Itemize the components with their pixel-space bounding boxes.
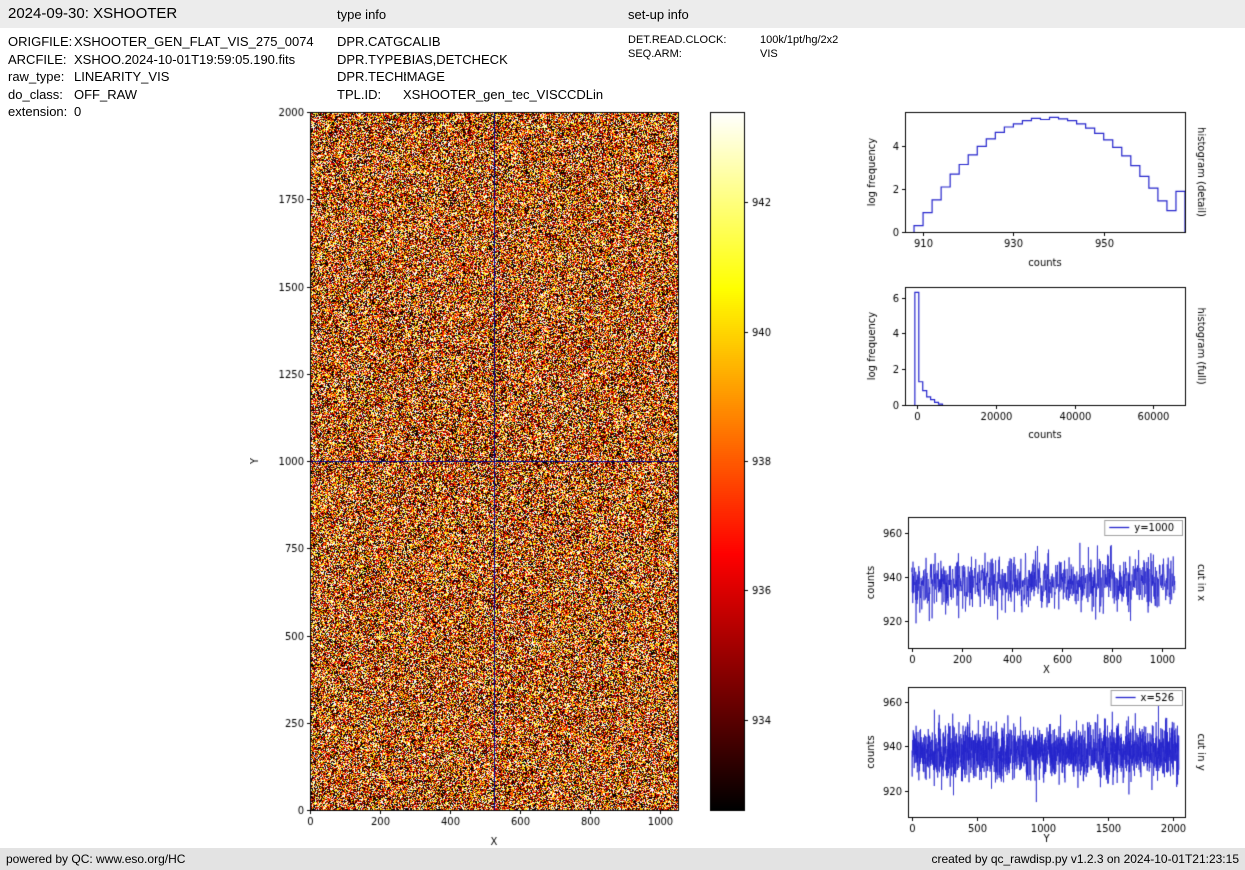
meta-label: extension:: [8, 103, 74, 121]
meta-row-origfile: ORIGFILE:XSHOOTER_GEN_FLAT_VIS_275_0074: [8, 33, 314, 51]
cut-in-y-canvas: [850, 675, 1245, 847]
main-image-canvas: [250, 100, 680, 850]
footer-left-text: powered by QC: www.eso.org/HC: [6, 852, 185, 866]
meta-label: DPR.TYPE:: [337, 51, 403, 69]
meta-label: DET.READ.CLOCK:: [628, 34, 760, 48]
meta-label: ARCFILE:: [8, 51, 74, 69]
setup-info-heading: set-up info: [628, 7, 689, 22]
meta-row-dpr-catg: DPR.CATG:CALIB: [337, 33, 603, 51]
histogram-full-canvas: [850, 272, 1245, 457]
histogram-detail-canvas: [850, 100, 1245, 272]
type-info-block: DPR.CATG:CALIB DPR.TYPE:BIAS,DETCHECK DP…: [337, 33, 603, 103]
footer-bar: powered by QC: www.eso.org/HC created by…: [0, 848, 1245, 870]
meta-value: OFF_RAW: [74, 87, 137, 102]
page-title: 2024-09-30: XSHOOTER: [8, 5, 177, 22]
header-bar: 2024-09-30: XSHOOTER type info set-up in…: [0, 0, 1245, 28]
meta-label: DPR.TECH:: [337, 68, 403, 86]
setup-info-block: DET.READ.CLOCK:100k/1pt/hg/2x2 SEQ.ARM:V…: [628, 34, 838, 61]
meta-value: IMAGE: [403, 69, 445, 84]
meta-label: ORIGFILE:: [8, 33, 74, 51]
meta-row-rawtype: raw_type:LINEARITY_VIS: [8, 68, 314, 86]
meta-value: XSHOOTER_GEN_FLAT_VIS_275_0074: [74, 34, 314, 49]
meta-row-seq-arm: SEQ.ARM:VIS: [628, 48, 838, 62]
meta-value: 0: [74, 104, 81, 119]
meta-label: raw_type:: [8, 68, 74, 86]
meta-value: 100k/1pt/hg/2x2: [760, 34, 838, 46]
meta-value: VIS: [760, 48, 778, 60]
meta-row-arcfile: ARCFILE:XSHOO.2024-10-01T19:59:05.190.fi…: [8, 51, 314, 69]
meta-value: XSHOO.2024-10-01T19:59:05.190.fits: [74, 52, 295, 67]
meta-row-dpr-tech: DPR.TECH:IMAGE: [337, 68, 603, 86]
colorbar-canvas: [695, 100, 805, 850]
meta-value: LINEARITY_VIS: [74, 69, 169, 84]
meta-label: do_class:: [8, 86, 74, 104]
footer-right-text: created by qc_rawdisp.py v1.2.3 on 2024-…: [931, 852, 1239, 866]
type-info-heading: type info: [337, 7, 386, 22]
qc-report-page: 2024-09-30: XSHOOTER type info set-up in…: [0, 0, 1245, 870]
cut-in-x-canvas: [850, 505, 1245, 675]
meta-row-dpr-type: DPR.TYPE:BIAS,DETCHECK: [337, 51, 603, 69]
meta-label: DPR.CATG:: [337, 33, 403, 51]
meta-label: SEQ.ARM:: [628, 48, 760, 62]
meta-value: CALIB: [403, 34, 441, 49]
meta-value: BIAS,DETCHECK: [403, 52, 508, 67]
meta-row-read-clock: DET.READ.CLOCK:100k/1pt/hg/2x2: [628, 34, 838, 48]
